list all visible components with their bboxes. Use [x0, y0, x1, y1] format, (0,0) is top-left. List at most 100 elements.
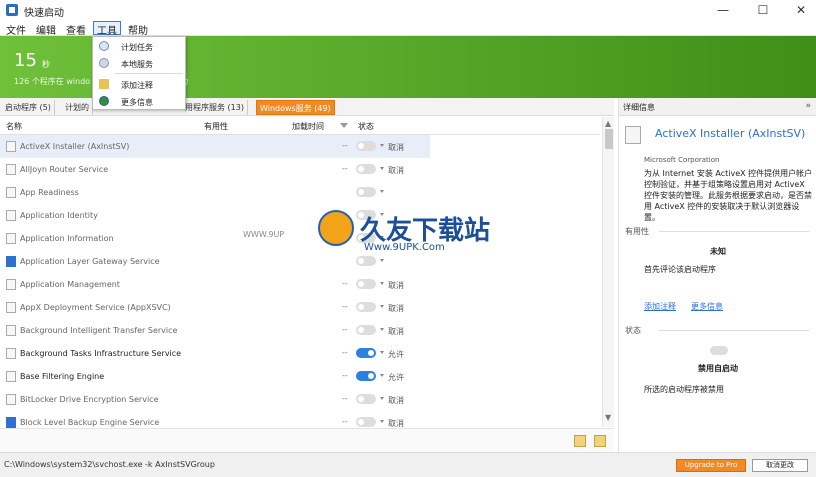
watermark-circle-icon — [318, 210, 354, 246]
service-name: BitLocker Drive Encryption Service — [20, 395, 159, 404]
window-service-icon — [6, 417, 16, 428]
status-toggle[interactable] — [356, 302, 376, 312]
load-time-value: -- — [342, 394, 348, 403]
tab-startup-programs[interactable]: 启动程序 (5) — [2, 100, 55, 115]
collapse-panel-icon[interactable]: » — [805, 101, 811, 111]
boot-time-unit: 秒 — [42, 60, 50, 69]
scroll-down-icon[interactable]: ▼ — [605, 413, 611, 422]
refresh-icon[interactable] — [574, 435, 586, 447]
status-dropdown-icon[interactable] — [380, 420, 384, 423]
status-dropdown-icon[interactable] — [380, 190, 384, 193]
status-toggle[interactable] — [356, 279, 376, 289]
status-dropdown-icon[interactable] — [380, 397, 384, 400]
service-row[interactable]: BitLocker Drive Encryption Service -- 取消 — [0, 388, 430, 411]
status-dropdown-icon[interactable] — [380, 328, 384, 331]
list-footer — [0, 428, 614, 452]
status-dropdown-icon[interactable] — [380, 144, 384, 147]
service-row[interactable]: Application Management -- 取消 — [0, 273, 430, 296]
status-hint: 所选的启动程序被禁用 — [644, 385, 724, 394]
status-toggle[interactable] — [356, 325, 376, 335]
service-name: Application Identity — [20, 211, 98, 220]
load-time-value: -- — [342, 348, 348, 357]
column-name[interactable]: 名称 — [6, 121, 22, 132]
status-toggle[interactable] — [356, 256, 376, 266]
window-service-icon — [6, 256, 16, 267]
status-dropdown-icon[interactable] — [380, 374, 384, 377]
status-dropdown-icon[interactable] — [380, 282, 384, 285]
list-scrollbar[interactable]: ▲ ▼ — [602, 117, 614, 427]
more-info-link[interactable]: 更多信息 — [691, 301, 723, 312]
status-toggle[interactable] — [356, 371, 376, 381]
tab-windows-services[interactable]: Windows服务 (49) — [256, 100, 335, 115]
status-toggle[interactable] — [356, 141, 376, 151]
status-toggle[interactable] — [356, 417, 376, 427]
status-toggle[interactable] — [356, 187, 376, 197]
status-label: 取消 — [388, 143, 404, 152]
status-toggle[interactable] — [356, 394, 376, 404]
menu-view[interactable]: 查看 — [63, 22, 89, 37]
status-section-label: 状态 — [625, 326, 641, 335]
service-row[interactable]: Background Tasks Infrastructure Service -… — [0, 342, 430, 365]
load-time-value: -- — [342, 164, 348, 173]
usefulness-value: 未知 — [710, 247, 726, 256]
tab-app-services[interactable]: 用程序服务 (13) — [182, 100, 248, 115]
service-row[interactable]: Background Intelligent Transfer Service -… — [0, 319, 430, 342]
service-name: Background Intelligent Transfer Service — [20, 326, 178, 335]
service-file-icon — [6, 348, 16, 359]
status-toggle[interactable] — [356, 164, 376, 174]
menu-edit[interactable]: 编辑 — [33, 22, 59, 37]
menu-file[interactable]: 文件 — [3, 22, 29, 37]
service-name: Background Tasks Infrastructure Service — [20, 349, 182, 358]
minimize-button[interactable]: — — [708, 0, 738, 20]
note-icon — [99, 79, 109, 89]
upgrade-button[interactable]: Upgrade to Pro — [676, 459, 746, 472]
cancel-changes-button[interactable]: 取消更改 — [752, 459, 808, 472]
menu-separator — [115, 73, 183, 74]
status-label: 取消 — [388, 281, 404, 290]
status-label: 取消 — [388, 327, 404, 336]
close-button[interactable]: ✕ — [786, 0, 816, 20]
detail-company: Microsoft Corporation — [644, 156, 720, 164]
menu-local-services[interactable]: 本地服务 — [93, 55, 185, 72]
menu-add-note[interactable]: 添加注释 — [93, 76, 185, 93]
service-row[interactable]: Base Filtering Engine -- 允许 — [0, 365, 430, 388]
menu-add-note-label: 添加注释 — [121, 81, 153, 90]
menu-more-info[interactable]: 更多信息 — [93, 93, 185, 110]
detail-status-toggle[interactable] — [710, 346, 728, 355]
menu-tools[interactable]: 工具 — [93, 21, 121, 37]
maximize-button[interactable]: ☐ — [748, 0, 778, 20]
service-row[interactable]: ActiveX Installer (AxInstSV) -- 取消 — [0, 135, 430, 158]
status-dropdown-icon[interactable] — [380, 351, 384, 354]
detail-service-name: ActiveX Installer (AxInstSV) — [655, 127, 806, 140]
service-command-path: C:\Windows\system32\svchost.exe -k AxIns… — [4, 460, 215, 469]
scroll-thumb[interactable] — [605, 129, 613, 149]
status-toggle[interactable] — [356, 348, 376, 358]
add-note-link[interactable]: 添加注释 — [644, 301, 676, 312]
menu-scheduled-tasks[interactable]: 计划任务 — [93, 38, 185, 55]
menu-local-services-label: 本地服务 — [121, 60, 153, 69]
status-label: 取消 — [388, 166, 404, 175]
column-usefulness[interactable]: 有用性 — [204, 121, 228, 132]
menu-more-info-label: 更多信息 — [121, 98, 153, 107]
menu-bar: 文件 编辑 查看 工具 帮助 — [0, 20, 816, 37]
tab-scheduled[interactable]: 计划的 — [62, 100, 93, 115]
globe-icon — [99, 96, 109, 106]
status-dropdown-icon[interactable] — [380, 167, 384, 170]
service-row[interactable]: AppX Deployment Service (AppXSVC) -- 取消 — [0, 296, 430, 319]
program-count-text: 126 个程序在 windo — [14, 77, 91, 86]
menu-help[interactable]: 帮助 — [125, 22, 151, 37]
service-file-icon — [6, 233, 16, 244]
status-dropdown-icon[interactable] — [380, 259, 384, 262]
column-load-time[interactable]: 加载时间 — [292, 121, 324, 132]
service-row[interactable]: App Readiness — [0, 181, 430, 204]
service-file-icon — [6, 394, 16, 405]
column-status[interactable]: 状态 — [358, 121, 374, 132]
app-icon — [6, 4, 18, 16]
scroll-up-icon[interactable]: ▲ — [605, 119, 611, 128]
service-name: Application Information — [20, 234, 114, 243]
search-file-icon[interactable] — [594, 435, 606, 447]
status-dropdown-icon[interactable] — [380, 305, 384, 308]
status-label: 允许 — [388, 350, 404, 359]
service-row[interactable]: AllJoyn Router Service -- 取消 — [0, 158, 430, 181]
tools-menu-dropdown: 计划任务 本地服务 添加注释 更多信息 — [92, 36, 186, 110]
